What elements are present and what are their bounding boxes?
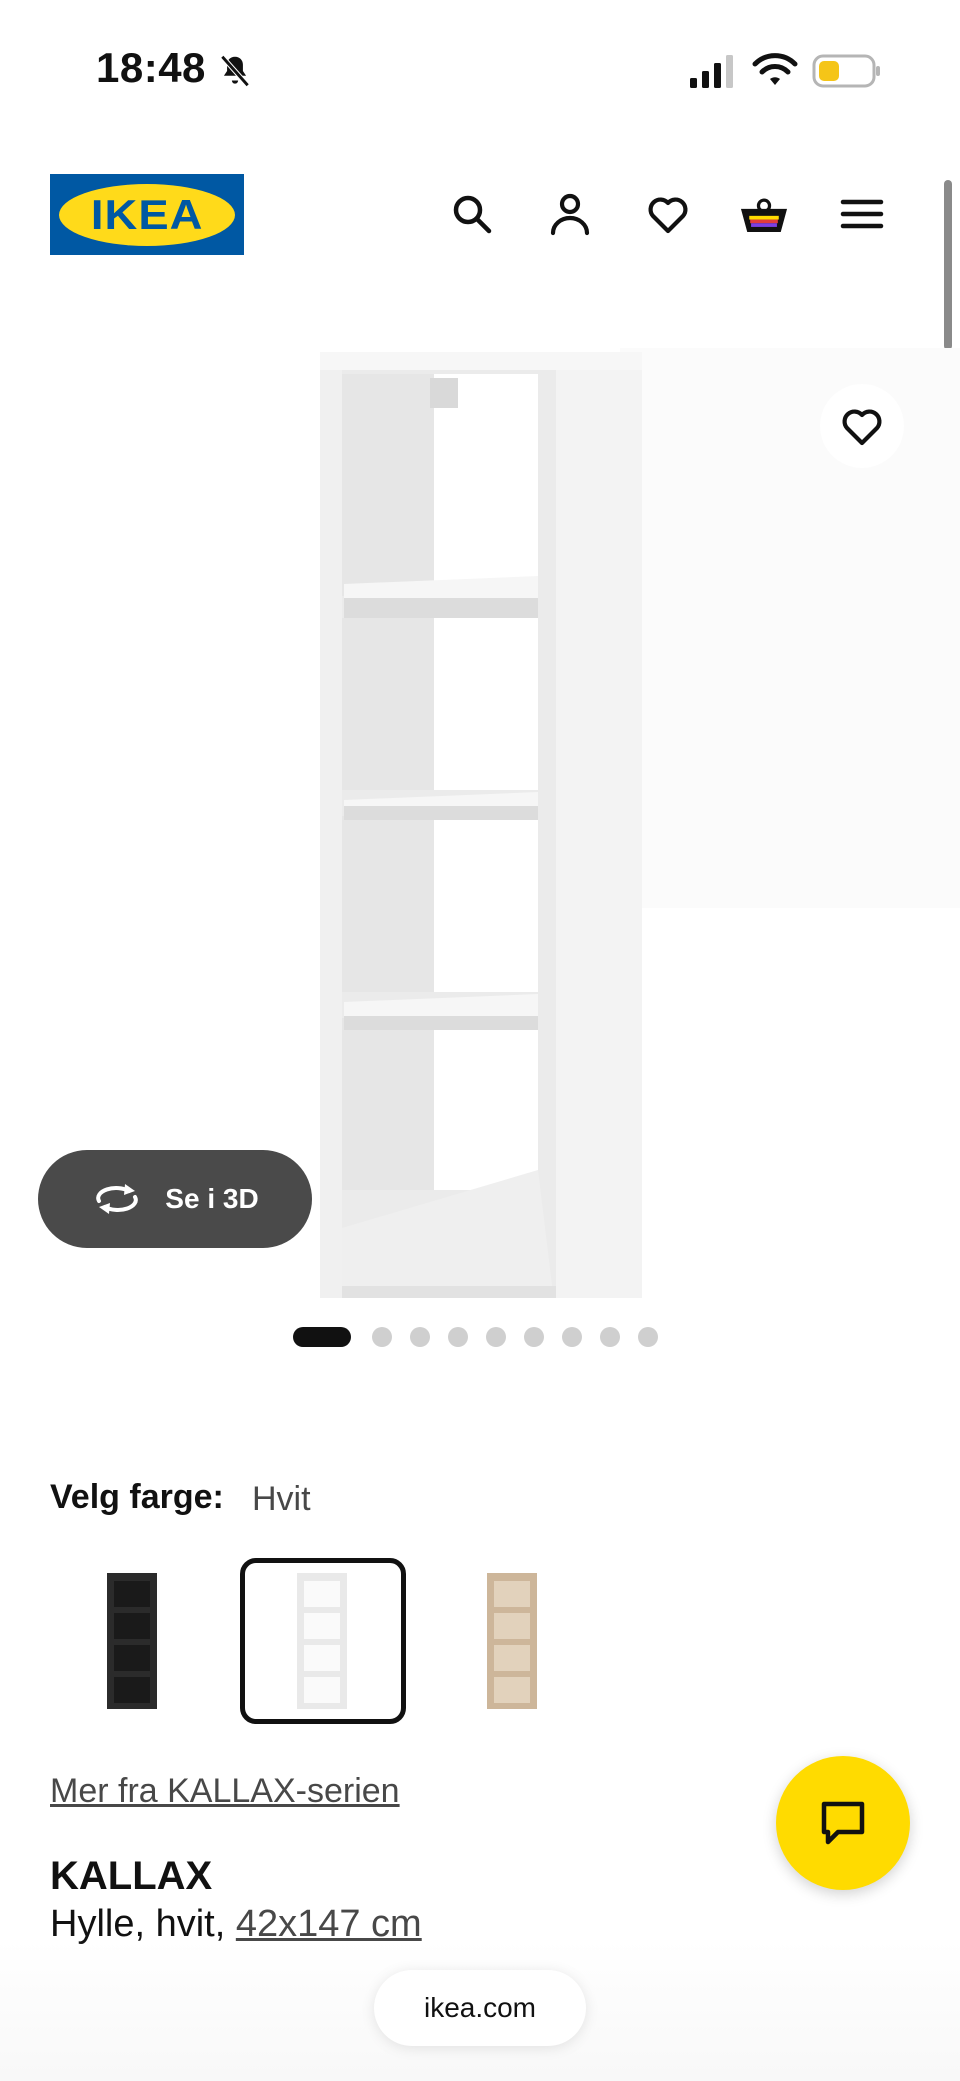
product-name: KALLAX xyxy=(50,1854,213,1898)
carousel-dot[interactable] xyxy=(524,1327,544,1347)
browser-url-bar[interactable]: ikea.com xyxy=(374,1970,586,2046)
carousel-dot[interactable] xyxy=(638,1327,658,1347)
selected-color-value: Hvit xyxy=(252,1480,311,1518)
product-size-link[interactable]: 42x147 cm xyxy=(236,1903,422,1945)
black-shelf-thumbnail xyxy=(107,1573,157,1709)
carousel-dot[interactable] xyxy=(448,1327,468,1347)
logo-text: IKEA xyxy=(90,190,204,238)
carousel-dot[interactable] xyxy=(410,1327,430,1347)
white-shelf-thumbnail xyxy=(297,1573,347,1709)
heart-icon[interactable] xyxy=(644,190,692,238)
wifi-icon xyxy=(752,53,798,85)
carousel-dot[interactable] xyxy=(372,1327,392,1347)
product-description-text: Hylle, hvit, xyxy=(50,1903,236,1945)
carousel-dot[interactable] xyxy=(562,1327,582,1347)
chat-bubble-icon xyxy=(821,1801,865,1845)
chat-button[interactable] xyxy=(776,1756,910,1890)
favorite-button[interactable] xyxy=(820,384,904,468)
color-swatch-oak[interactable] xyxy=(430,1558,596,1724)
logo-oval: IKEA xyxy=(59,183,235,246)
carousel-dot-active[interactable] xyxy=(293,1327,351,1347)
ikea-logo[interactable]: IKEA xyxy=(50,174,244,255)
bell-slash-icon xyxy=(220,55,250,87)
basket-icon[interactable] xyxy=(740,190,788,238)
see-in-3d-label: Se i 3D xyxy=(165,1183,259,1214)
color-swatch-white[interactable] xyxy=(240,1558,406,1724)
carousel-indicator[interactable] xyxy=(0,1326,960,1348)
heart-icon xyxy=(842,409,882,446)
oak-shelf-thumbnail xyxy=(487,1573,537,1709)
search-icon[interactable] xyxy=(448,190,496,238)
battery-icon xyxy=(812,54,880,88)
cellular-signal-icon xyxy=(690,55,733,88)
color-swatch-black[interactable] xyxy=(50,1558,216,1724)
status-time: 18:48 xyxy=(96,44,206,91)
profile-icon[interactable] xyxy=(546,190,594,238)
see-in-3d-button[interactable]: Se i 3D xyxy=(38,1150,312,1248)
color-label: Velg farge: xyxy=(50,1478,224,1516)
carousel-dot[interactable] xyxy=(486,1327,506,1347)
series-link[interactable]: Mer fra KALLAX-serien xyxy=(50,1772,400,1811)
menu-icon[interactable] xyxy=(838,190,886,238)
rotate-3d-icon xyxy=(96,1184,139,1214)
carousel-dot[interactable] xyxy=(600,1327,620,1347)
